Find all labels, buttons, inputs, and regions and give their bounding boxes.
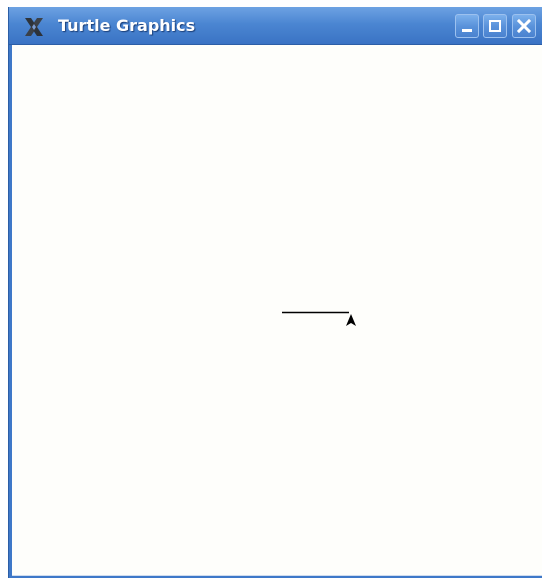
close-button[interactable]: [512, 14, 536, 38]
turtle-drawing: [282, 311, 356, 326]
maximize-icon: [489, 20, 501, 32]
x-logo-icon: [25, 18, 43, 36]
close-icon: [516, 18, 532, 34]
title-bar[interactable]: Turtle Graphics: [9, 7, 542, 45]
window-title: Turtle Graphics: [58, 16, 196, 35]
minimize-button[interactable]: [455, 14, 479, 38]
turtle-cursor-icon: [346, 314, 356, 326]
minimize-icon: [462, 29, 472, 32]
drawing-canvas[interactable]: [12, 45, 542, 576]
maximize-button[interactable]: [483, 14, 507, 38]
turtle-graphics-window: Turtle Graphics: [8, 7, 542, 578]
